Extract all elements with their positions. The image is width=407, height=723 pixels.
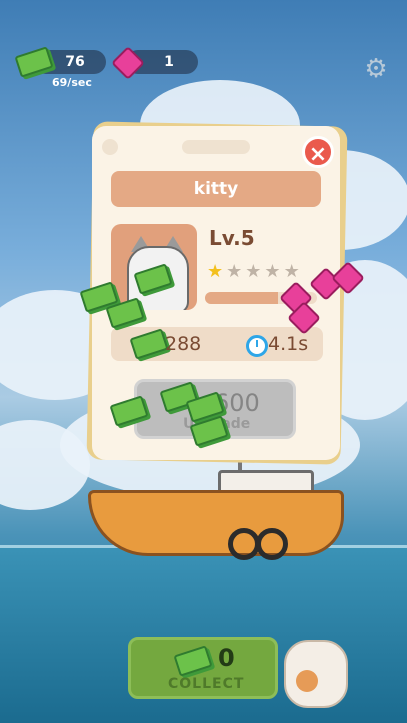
boat-hull xyxy=(88,490,344,556)
star-rating: ★★★★★ xyxy=(207,261,303,282)
income-value: 288 xyxy=(165,333,202,355)
tire-icon xyxy=(256,528,288,560)
fishing-boat[interactable] xyxy=(88,460,344,560)
modal-decor-bar xyxy=(182,140,250,154)
star-icon: ★ xyxy=(245,261,265,282)
star-icon: ★ xyxy=(226,261,246,282)
clock-icon xyxy=(246,335,268,357)
gear-icon[interactable]: ⚙ xyxy=(363,56,389,82)
collect-label: COLLECT xyxy=(168,676,245,692)
cat-paw-icon[interactable] xyxy=(284,640,348,708)
xp-progress-fill xyxy=(205,292,278,304)
cash-value: 76 xyxy=(65,54,85,70)
star-icon-filled: ★ xyxy=(207,261,227,282)
star-icon: ★ xyxy=(264,261,284,282)
modal-decor-dot xyxy=(102,139,118,155)
cat-name-banner: kitty xyxy=(111,171,321,207)
cat-name: kitty xyxy=(193,179,239,199)
collect-count: 0 xyxy=(218,644,235,672)
cycle-time: 4.1s xyxy=(268,333,309,355)
star-icon: ★ xyxy=(283,261,303,282)
gem-value: 1 xyxy=(164,54,174,70)
cat-level: Lv.5 xyxy=(209,226,255,250)
cash-rate: 69/sec xyxy=(52,76,92,89)
close-icon[interactable]: × xyxy=(302,136,334,168)
